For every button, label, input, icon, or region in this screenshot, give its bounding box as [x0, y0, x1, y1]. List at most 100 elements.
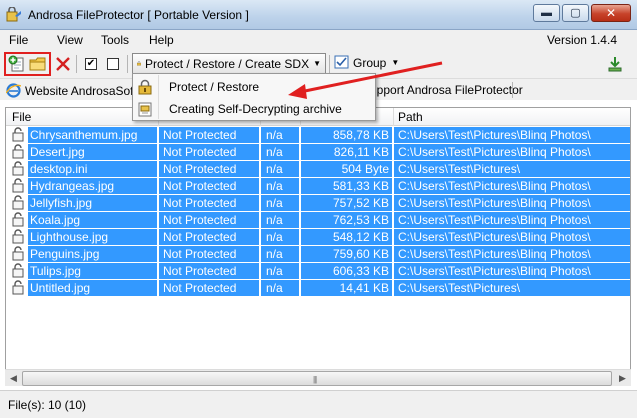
- unlocked-icon: [12, 280, 24, 295]
- toolbar-separator: [76, 55, 77, 73]
- menu-help[interactable]: Help: [149, 33, 174, 47]
- scrollbar-thumb[interactable]: |||: [22, 371, 612, 386]
- table-row[interactable]: Penguins.jpg Not Protected n/a 759,60 KB C:\…: [6, 246, 630, 263]
- support-link[interactable]: Support Androsa FileProtector: [362, 83, 523, 97]
- app-icon: [6, 7, 21, 22]
- file-size: 548,12 KB: [332, 230, 389, 244]
- table-row[interactable]: Koala.jpg Not Protected n/a 762,53 KB C:\Use…: [6, 212, 630, 229]
- window-title: Androsa FileProtector [ Portable Version…: [28, 8, 249, 22]
- file-path: C:\Users\Test\Pictures\Blinq Photos\: [398, 230, 591, 244]
- na-value: n/a: [266, 162, 283, 176]
- na-value: n/a: [266, 196, 283, 210]
- table-row[interactable]: Lighthouse.jpg Not Protected n/a 548,12 KB C…: [6, 229, 630, 246]
- group-check-icon: [334, 55, 349, 69]
- file-path: C:\Users\Test\Pictures\Blinq Photos\: [398, 213, 591, 227]
- protection-status: Not Protected: [163, 162, 237, 176]
- minimize-button[interactable]: ▬: [533, 4, 560, 22]
- file-path: C:\Users\Test\Pictures\: [398, 281, 521, 295]
- file-size: 858,78 KB: [332, 128, 389, 142]
- file-table[interactable]: File Path Chrysanthemum.jpg Not Protected…: [5, 107, 631, 385]
- file-name: Tulips.jpg: [30, 264, 81, 278]
- menu-item-label: Protect / Restore: [169, 80, 260, 94]
- horizontal-scrollbar[interactable]: ◀ ||| ▶: [5, 369, 631, 386]
- file-name: Desert.jpg: [30, 145, 85, 159]
- add-files-icon[interactable]: [8, 55, 26, 73]
- window-controls: ▬ ▢ ✕: [531, 4, 631, 22]
- file-name: Koala.jpg: [30, 213, 81, 227]
- chevron-down-icon: ▼: [391, 58, 400, 67]
- protection-status: Not Protected: [163, 196, 237, 210]
- menu-item-create-sdx[interactable]: Creating Self-Decrypting archive: [133, 98, 375, 120]
- minimize-icon: ▬: [541, 6, 552, 19]
- column-divider: [393, 108, 394, 126]
- file-path: C:\Users\Test\Pictures\Blinq Photos\: [398, 128, 591, 142]
- file-path: C:\Users\Test\Pictures\: [398, 162, 521, 176]
- na-value: n/a: [266, 128, 283, 142]
- na-value: n/a: [266, 281, 283, 295]
- unlocked-icon: [12, 178, 24, 193]
- table-row[interactable]: Untitled.jpg Not Protected n/a 14,41 KB C:\U…: [6, 280, 630, 297]
- unlocked-icon: [12, 246, 24, 261]
- website-link[interactable]: Website AndrosaSoft: [6, 83, 137, 98]
- file-size: 504 Byte: [341, 162, 389, 176]
- unlocked-icon: [12, 212, 24, 227]
- unlocked-icon: [12, 195, 24, 210]
- menu-tools[interactable]: Tools: [101, 33, 129, 47]
- menu-item-protect-restore[interactable]: Protect / Restore: [133, 76, 375, 98]
- close-button[interactable]: ✕: [591, 4, 631, 22]
- archive-icon: [138, 102, 152, 117]
- select-all-checkbox[interactable]: ✔: [85, 58, 97, 70]
- scroll-right-icon[interactable]: ▶: [614, 371, 631, 386]
- status-bar: File(s): 10 (10): [0, 390, 637, 418]
- file-size: 757,52 KB: [332, 196, 389, 210]
- na-value: n/a: [266, 230, 283, 244]
- remove-icon[interactable]: [54, 55, 72, 73]
- protect-restore-dropdown-button[interactable]: Protect / Restore / Create SDX ▼: [132, 53, 326, 74]
- menu-view[interactable]: View: [57, 33, 83, 47]
- protection-status: Not Protected: [163, 128, 237, 142]
- file-name: Hydrangeas.jpg: [30, 179, 115, 193]
- linkbar-separator: [512, 82, 513, 98]
- table-row[interactable]: Chrysanthemum.jpg Not Protected n/a 858,78 …: [6, 127, 630, 144]
- column-header-path[interactable]: Path: [398, 110, 423, 124]
- file-name: desktop.ini: [30, 162, 88, 176]
- deselect-all-checkbox[interactable]: [107, 58, 119, 70]
- file-size: 762,53 KB: [332, 213, 389, 227]
- file-name: Lighthouse.jpg: [30, 230, 109, 244]
- add-folder-icon[interactable]: [29, 55, 47, 73]
- maximize-button[interactable]: ▢: [562, 4, 589, 22]
- column-header-file[interactable]: File: [12, 110, 31, 124]
- internet-explorer-icon: [6, 83, 21, 98]
- table-row[interactable]: Desert.jpg Not Protected n/a 826,11 KB C:\Us…: [6, 144, 630, 161]
- file-path: C:\Users\Test\Pictures\Blinq Photos\: [398, 179, 591, 193]
- chevron-down-icon: ▼: [313, 59, 321, 68]
- menu-file[interactable]: File: [9, 33, 28, 47]
- lock-icon: [138, 79, 152, 95]
- protection-status: Not Protected: [163, 264, 237, 278]
- toolbar-separator: [329, 55, 330, 73]
- menu-item-label: Creating Self-Decrypting archive: [169, 102, 342, 116]
- protection-status: Not Protected: [163, 213, 237, 227]
- lock-icon: [137, 61, 141, 66]
- table-row[interactable]: Tulips.jpg Not Protected n/a 606,33 KB C:\Us…: [6, 263, 630, 280]
- file-size: 14,41 KB: [339, 281, 389, 295]
- table-row[interactable]: desktop.ini Not Protected n/a 504 Byte C:\Us…: [6, 161, 630, 178]
- file-size: 759,60 KB: [332, 247, 389, 261]
- unlocked-icon: [12, 144, 24, 159]
- maximize-icon: ▢: [570, 6, 581, 19]
- title-bar[interactable]: Androsa FileProtector [ Portable Version…: [0, 0, 637, 30]
- na-value: n/a: [266, 213, 283, 227]
- group-label: Group: [353, 55, 387, 70]
- table-row[interactable]: Hydrangeas.jpg Not Protected n/a 581,33 KB C…: [6, 178, 630, 195]
- file-size: 581,33 KB: [332, 179, 389, 193]
- scroll-left-icon[interactable]: ◀: [5, 371, 22, 386]
- file-name: Chrysanthemum.jpg: [30, 128, 138, 142]
- file-size: 606,33 KB: [332, 264, 389, 278]
- table-row[interactable]: Jellyfish.jpg Not Protected n/a 757,52 KB C:…: [6, 195, 630, 212]
- group-dropdown-button[interactable]: Group ▼: [334, 55, 399, 70]
- file-name: Penguins.jpg: [30, 247, 100, 261]
- unlocked-icon: [12, 229, 24, 244]
- version-label: Version 1.4.4: [546, 33, 617, 47]
- export-icon[interactable]: [606, 55, 624, 73]
- file-path: C:\Users\Test\Pictures\Blinq Photos\: [398, 145, 591, 159]
